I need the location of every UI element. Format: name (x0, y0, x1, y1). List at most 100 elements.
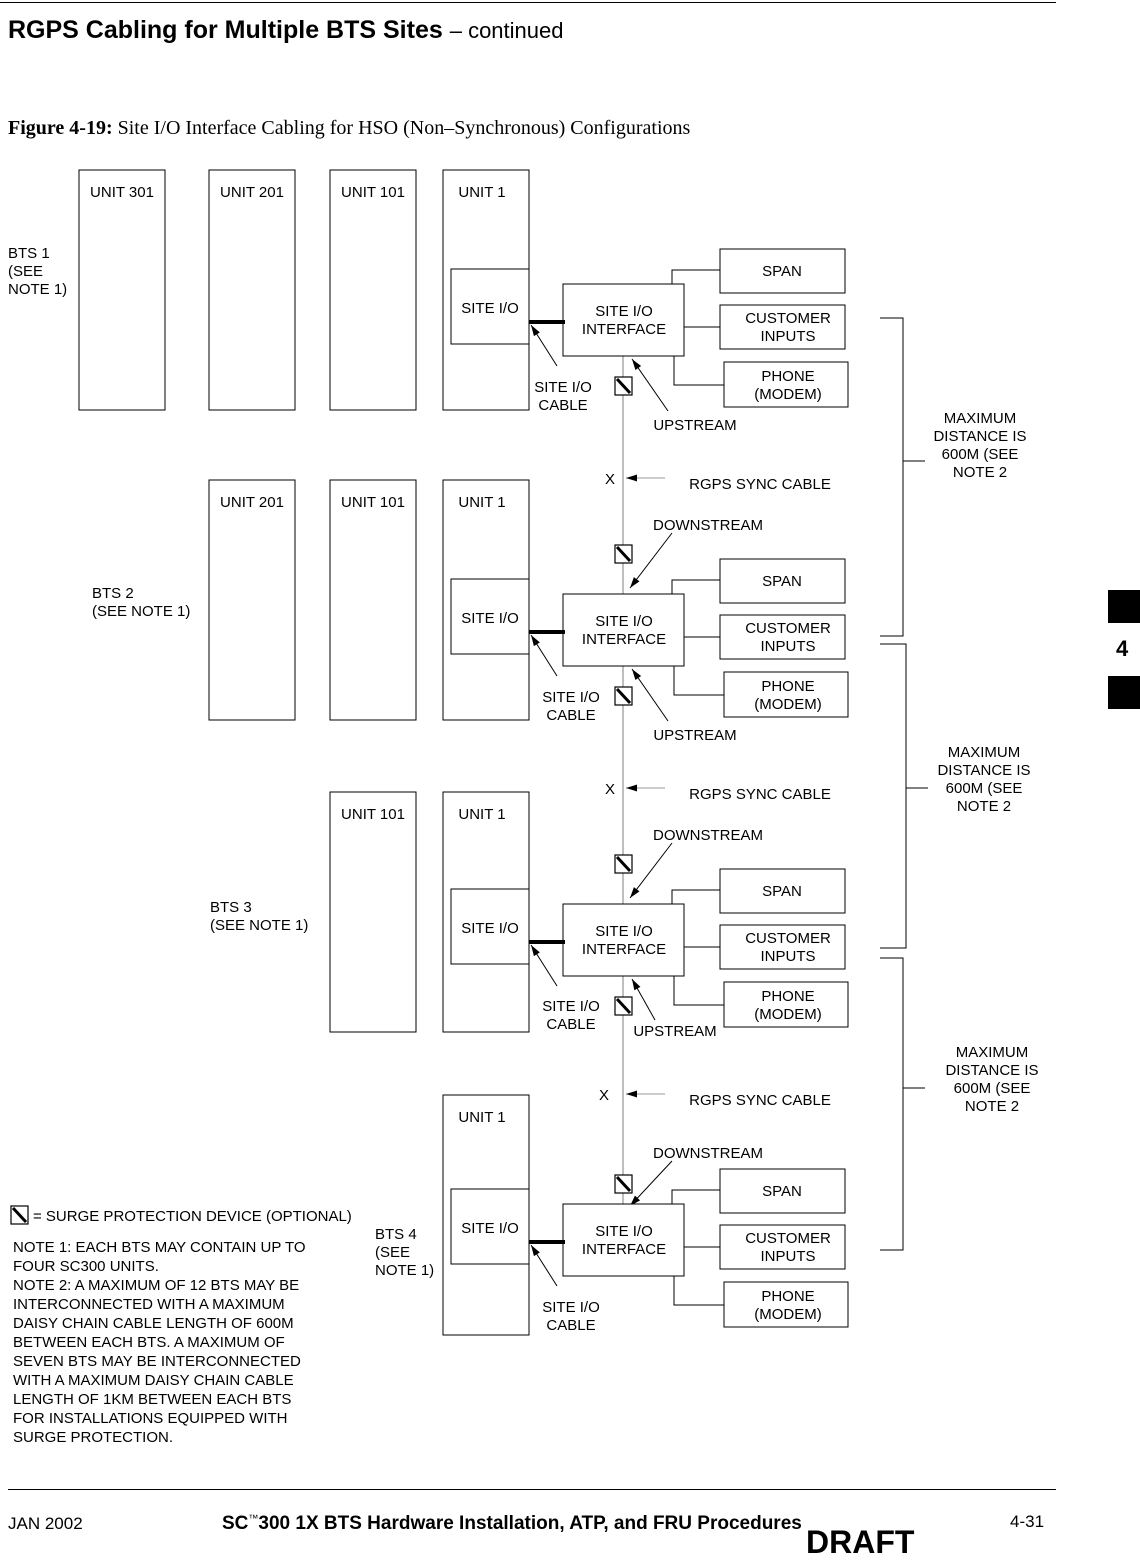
upstream-arrow-head (632, 669, 642, 681)
upstream-arrow-head (632, 359, 642, 371)
max-distance-label: MAXIMUM (948, 744, 1021, 761)
customer-inputs-label: INPUTS (760, 328, 815, 345)
downstream-label: DOWNSTREAM (653, 517, 763, 534)
trademark: ™ (248, 1513, 259, 1525)
sc300-unit (329, 169, 417, 411)
sc300-unit (208, 169, 296, 411)
phone-modem-label: PHONE (761, 988, 814, 1005)
phone-modem-label: (MODEM) (754, 1306, 822, 1323)
bts-label: (SEE NOTE 1) (210, 917, 308, 934)
site-io-label: SITE I/O (461, 610, 519, 627)
rgps-sync-cable-arrow-head (626, 1090, 637, 1098)
site-io-interface-label: INTERFACE (582, 321, 666, 338)
site-io-interface-label: SITE I/O (595, 613, 653, 630)
span-label: SPAN (762, 573, 802, 590)
max-distance-label: NOTE 2 (965, 1098, 1019, 1115)
cabling-diagram: UNIT 301 UNIT 201 UNIT 101 UNIT 1BTS 1(SEEN… (8, 169, 1039, 1446)
x-mark: X (605, 471, 615, 488)
phone-modem-label: (MODEM) (754, 386, 822, 403)
unit-label: UNIT 101 (341, 184, 405, 201)
span-label: SPAN (762, 263, 802, 280)
site-io-label: SITE I/O (461, 300, 519, 317)
note-line: SEVEN BTS MAY BE INTERCONNECTED (13, 1353, 301, 1370)
bts-label: BTS 1 (8, 245, 50, 262)
span-label: SPAN (762, 883, 802, 900)
downstream-arrow-head (630, 577, 640, 588)
unit-label: UNIT 1 (458, 184, 505, 201)
site-io-interface-box (562, 1203, 685, 1277)
span-connector (671, 579, 720, 594)
footer-rule (8, 1489, 1056, 1490)
customer-inputs-label: CUSTOMER (745, 620, 831, 637)
unit-label: UNIT 101 (341, 494, 405, 511)
max-distance-bracket (880, 643, 907, 949)
customer-inputs-label: CUSTOMER (745, 930, 831, 947)
unit-label: UNIT 101 (341, 806, 405, 823)
side-tab-block (1108, 590, 1140, 623)
x-mark: X (605, 781, 615, 798)
draft-stamp: DRAFT (806, 1524, 915, 1560)
max-distance-label: 600M (SEE (946, 780, 1023, 797)
bts-label: BTS 2 (92, 585, 134, 602)
customer-inputs-label: INPUTS (760, 638, 815, 655)
phone-connector (673, 666, 724, 696)
max-distance-label: DISTANCE IS (937, 762, 1030, 779)
site-io-cable-arrow-head (531, 945, 540, 957)
upstream-arrow-head (632, 979, 641, 991)
site-io-interface-label: INTERFACE (582, 1241, 666, 1258)
phone-connector (673, 1276, 724, 1306)
note-line: DAISY CHAIN CABLE LENGTH OF 600M (13, 1315, 294, 1332)
site-io-cable-label: SITE I/O (542, 998, 600, 1015)
site-io-cable-label: SITE I/O (542, 689, 600, 706)
phone-connector (673, 356, 724, 386)
max-distance-label: NOTE 2 (957, 798, 1011, 815)
upstream-label: UPSTREAM (633, 1023, 716, 1040)
footer-title-rest: 300 1X BTS Hardware Installation, ATP, a… (258, 1513, 802, 1534)
max-distance-label: MAXIMUM (956, 1044, 1029, 1061)
customer-inputs-label: CUSTOMER (745, 1230, 831, 1247)
note-line: NOTE 1: EACH BTS MAY CONTAIN UP TO (13, 1239, 306, 1256)
upstream-label: UPSTREAM (653, 417, 736, 434)
x-mark: X (599, 1087, 609, 1104)
site-io-interface-label: INTERFACE (582, 941, 666, 958)
max-distance-label: DISTANCE IS (945, 1062, 1038, 1079)
max-distance-label: MAXIMUM (944, 410, 1017, 427)
unit-label: UNIT 201 (220, 494, 284, 511)
phone-modem-label: (MODEM) (754, 696, 822, 713)
phone-modem-label: (MODEM) (754, 1006, 822, 1023)
phone-modem-label: PHONE (761, 1288, 814, 1305)
max-distance-label: 600M (SEE (954, 1080, 1031, 1097)
upstream-label: UPSTREAM (653, 727, 736, 744)
site-io-cable-label: CABLE (546, 1016, 595, 1033)
bts-label: BTS 3 (210, 899, 252, 916)
footer-date: JAN 2002 (8, 1514, 83, 1533)
sc300-unit (329, 791, 417, 1033)
site-io-label: SITE I/O (461, 1220, 519, 1237)
unit-label: UNIT 1 (458, 494, 505, 511)
side-tab-block (1108, 676, 1140, 709)
max-distance-bracket (880, 957, 904, 1251)
phone-modem-label: PHONE (761, 368, 814, 385)
unit-label: UNIT 1 (458, 1109, 505, 1126)
note-line: SURGE PROTECTION. (13, 1429, 173, 1446)
note-line: FOR INSTALLATIONS EQUIPPED WITH (13, 1410, 287, 1427)
site-io-cable-label: SITE I/O (542, 1299, 600, 1316)
site-io-cable-label: CABLE (546, 707, 595, 724)
bts-label: (SEE (375, 1244, 410, 1261)
note-line: FOUR SC300 UNITS. (13, 1258, 159, 1275)
side-tab-chapter: 4 (1116, 636, 1129, 661)
downstream-arrow-head (630, 887, 640, 898)
span-connector (671, 269, 720, 284)
max-distance-bracket (880, 317, 904, 637)
site-io-cable-label: SITE I/O (534, 379, 592, 396)
bts-label: (SEE (8, 263, 43, 280)
site-io-interface-box (562, 283, 685, 357)
note-line: INTERCONNECTED WITH A MAXIMUM (13, 1296, 285, 1313)
site-io-interface-label: SITE I/O (595, 303, 653, 320)
rgps-sync-cable-arrow-head (626, 474, 637, 482)
max-distance-label: 600M (SEE (942, 446, 1019, 463)
surge-legend-label: = SURGE PROTECTION DEVICE (OPTIONAL) (33, 1208, 352, 1225)
note-line: WITH A MAXIMUM DAISY CHAIN CABLE (13, 1372, 294, 1389)
sc300-unit (78, 169, 166, 411)
site-io-cable-label: CABLE (538, 397, 587, 414)
